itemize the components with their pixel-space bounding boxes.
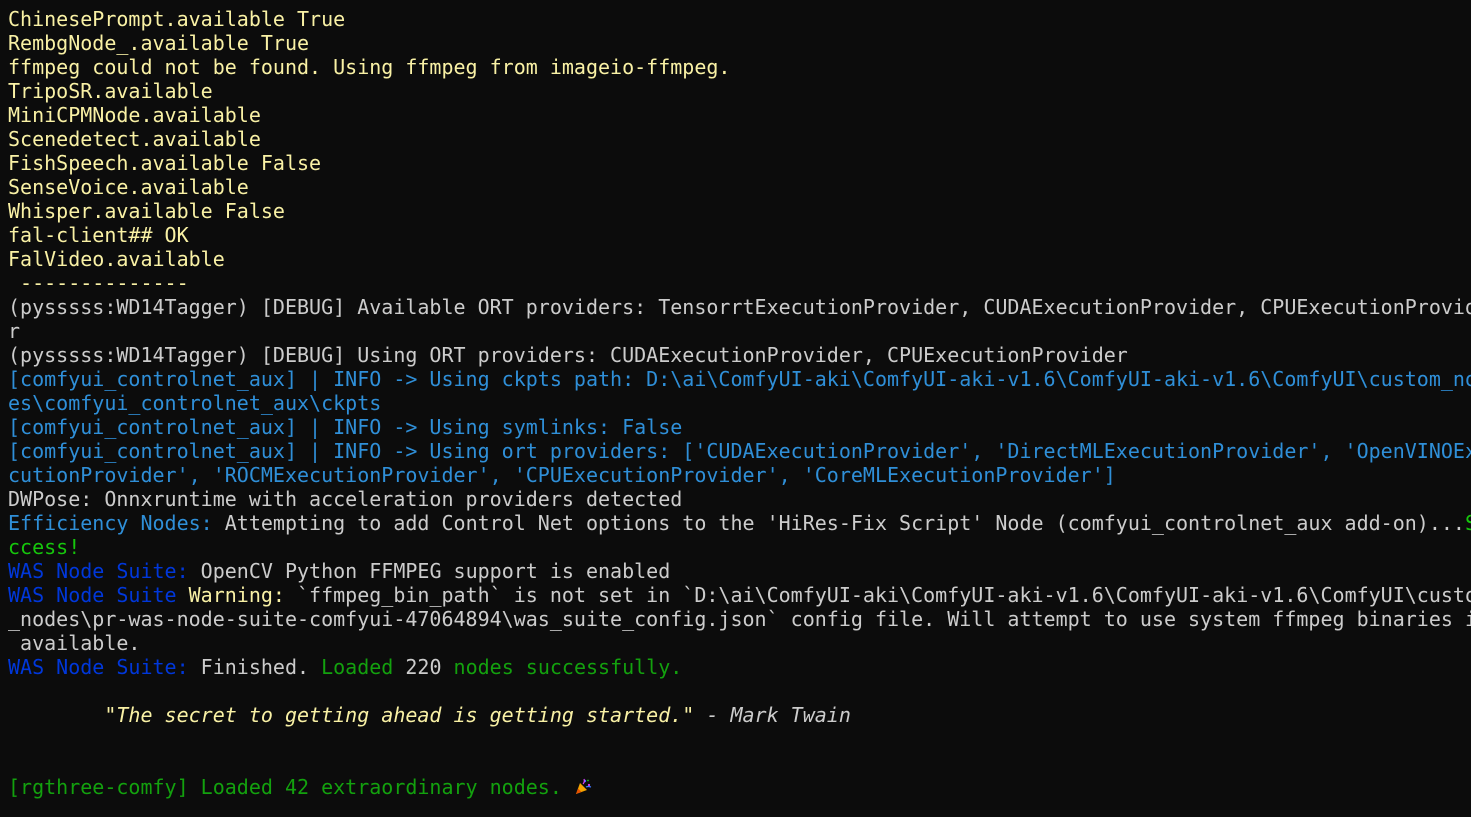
terminal-line: es\comfyui_controlnet_aux\ckpts: [8, 391, 1471, 415]
terminal-line: ccess!: [8, 535, 1471, 559]
terminal-line: Efficiency Nodes: Attempting to add Cont…: [8, 511, 1471, 535]
terminal-text-segment: "The secret to getting ahead is getting …: [8, 703, 695, 727]
terminal-line: WAS Node Suite: Finished. Loaded 220 nod…: [8, 655, 1471, 679]
terminal-text-segment: ffmpeg could not be found. Using ffmpeg …: [8, 55, 731, 79]
terminal-text-segment: [comfyui_controlnet_aux] | INFO -> Using…: [8, 367, 1471, 391]
terminal-line: (pysssss:WD14Tagger) [DEBUG] Available O…: [8, 295, 1471, 319]
terminal-line: (pysssss:WD14Tagger) [DEBUG] Using ORT p…: [8, 343, 1471, 367]
terminal-text-segment: FishSpeech.available False: [8, 151, 322, 175]
terminal-text-segment: WAS Node Suite:: [8, 559, 189, 583]
terminal-text-segment: Finished.: [188, 655, 310, 679]
terminal-text-segment: Whisper.available False: [8, 199, 285, 223]
terminal-text-segment: cutionProvider', 'ROCMExecutionProvider'…: [8, 463, 1116, 487]
terminal-text-segment: WAS Node Suite: [8, 583, 177, 607]
terminal-text-segment: WAS Node Suite:: [8, 655, 189, 679]
terminal-line: FalVideo.available: [8, 247, 1471, 271]
terminal-line: DWPose: Onnxruntime with acceleration pr…: [8, 487, 1471, 511]
terminal-text-segment: TripoSR.available: [8, 79, 213, 103]
terminal-text-segment: - Mark Twain: [694, 703, 851, 727]
terminal-text-segment: RembgNode_.available True: [8, 31, 310, 55]
terminal-text-segment: OpenCV Python FFMPEG support is enabled: [188, 559, 671, 583]
terminal-line: _nodes\pr-was-node-suite-comfyui-4706489…: [8, 607, 1471, 631]
terminal-line: [comfyui_controlnet_aux] | INFO -> Using…: [8, 439, 1471, 463]
terminal-text-segment: DWPose: Onnxruntime with acceleration pr…: [8, 487, 683, 511]
terminal-line: "The secret to getting ahead is getting …: [8, 703, 1471, 727]
terminal-text-segment: --------------: [8, 271, 189, 295]
terminal-line: MiniCPMNode.available: [8, 103, 1471, 127]
terminal-text-segment: [comfyui_controlnet_aux] | INFO -> Using…: [8, 415, 683, 439]
terminal-text-segment: available.: [8, 631, 141, 655]
terminal-text-segment: nodes successfully.: [441, 655, 683, 679]
terminal-line: ChinesePrompt.available True: [8, 7, 1471, 31]
terminal-line: cutionProvider', 'ROCMExecutionProvider'…: [8, 463, 1471, 487]
terminal-line: fal-client## OK: [8, 223, 1471, 247]
terminal-line: ffmpeg could not be found. Using ffmpeg …: [8, 55, 1471, 79]
terminal-text-segment: (pysssss:WD14Tagger) [DEBUG] Using ORT p…: [8, 343, 1128, 367]
terminal-line: Scenedetect.available: [8, 127, 1471, 151]
terminal-line: [comfyui_controlnet_aux] | INFO -> Using…: [8, 367, 1471, 391]
terminal-line: RembgNode_.available True: [8, 31, 1471, 55]
party-popper-icon: [574, 778, 592, 796]
terminal-output[interactable]: ChinesePrompt.available True RembgNode_.a…: [0, 0, 1471, 817]
terminal-line: FishSpeech.available False: [8, 151, 1471, 175]
terminal-text-segment: MiniCPMNode.available: [8, 103, 261, 127]
terminal-line: available.: [8, 631, 1471, 655]
terminal-text-segment: [rgthree-comfy] Loaded 42 extraordinary …: [8, 775, 562, 799]
terminal-text-segment: SenseVoice.available: [8, 175, 249, 199]
terminal-line: --------------: [8, 271, 1471, 295]
terminal-line: r: [8, 319, 1471, 343]
terminal-text-segment: r: [8, 319, 21, 343]
terminal-text-segment: `ffmpeg_bin_path` is not set in `D:\ai\C…: [284, 583, 1471, 607]
terminal-text-segment: Warning:: [176, 583, 285, 607]
terminal-line: [rgthree-comfy] Loaded 42 extraordinary …: [8, 775, 1471, 799]
terminal-line: SenseVoice.available: [8, 175, 1471, 199]
terminal-text-segment: Efficiency Nodes:: [8, 511, 213, 535]
terminal-text-segment: Su: [1464, 511, 1471, 535]
terminal-text-segment: _nodes\pr-was-node-suite-comfyui-4706489…: [8, 607, 1471, 631]
terminal-text-segment: FalVideo.available: [8, 247, 225, 271]
terminal-text-segment: es\comfyui_controlnet_aux\ckpts: [8, 391, 382, 415]
terminal-text-segment: Loaded: [309, 655, 394, 679]
terminal-text-segment: Scenedetect.available: [8, 127, 261, 151]
terminal-line: Whisper.available False: [8, 199, 1471, 223]
terminal-line: TripoSR.available: [8, 79, 1471, 103]
terminal-text-segment: [comfyui_controlnet_aux] | INFO -> Using…: [8, 439, 1471, 463]
terminal-text-segment: 220: [393, 655, 442, 679]
terminal-line: [comfyui_controlnet_aux] | INFO -> Using…: [8, 415, 1471, 439]
terminal-line: WAS Node Suite Warning: `ffmpeg_bin_path…: [8, 583, 1471, 607]
terminal-text-segment: Attempting to add Control Net options to…: [212, 511, 1465, 535]
terminal-text-segment: ChinesePrompt.available True: [8, 7, 346, 31]
terminal-text-segment: fal-client## OK: [8, 223, 189, 247]
terminal-text-segment: (pysssss:WD14Tagger) [DEBUG] Available O…: [8, 295, 1471, 319]
terminal-line: WAS Node Suite: OpenCV Python FFMPEG sup…: [8, 559, 1471, 583]
terminal-text-segment: ccess!: [8, 535, 81, 559]
